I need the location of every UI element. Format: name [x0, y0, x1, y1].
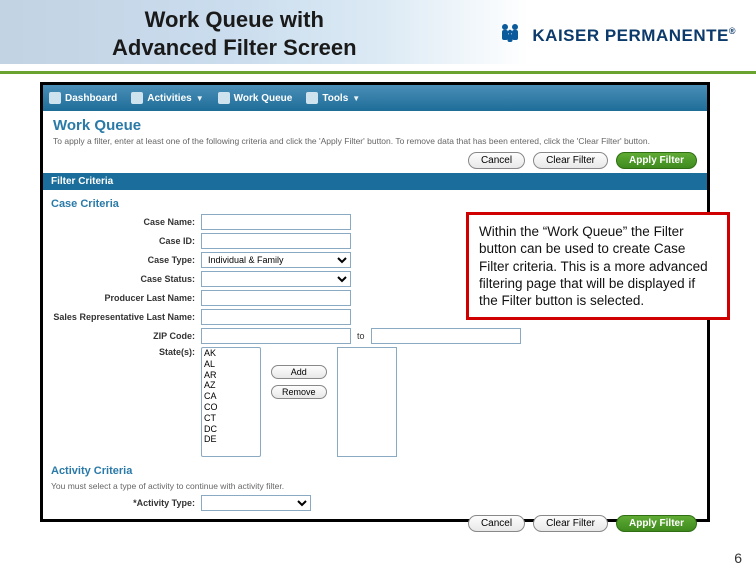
nav-dashboard[interactable]: Dashboard	[49, 92, 117, 104]
nav-activities[interactable]: Activities ▼	[131, 92, 203, 104]
cancel-button[interactable]: Cancel	[468, 515, 525, 532]
case-criteria-header: Case Criteria	[51, 198, 707, 210]
brand-logo: KAISER PERMANENTE	[498, 22, 736, 49]
nav-activities-label: Activities	[147, 93, 191, 104]
brand-name: KAISER PERMANENTE	[532, 26, 736, 46]
filter-criteria-header: Filter Criteria	[43, 173, 707, 190]
zip-label: ZIP Code:	[51, 331, 201, 341]
producer-last-input[interactable]	[201, 290, 351, 306]
clear-filter-button[interactable]: Clear Filter	[533, 515, 608, 532]
activity-criteria-note: You must select a type of activity to co…	[51, 481, 707, 491]
zip-from-input[interactable]	[201, 328, 351, 344]
states-available-list[interactable]: AKALARAZCACOCTDCDE	[201, 347, 261, 457]
chevron-down-icon: ▼	[352, 94, 360, 103]
states-label: State(s):	[51, 347, 201, 357]
activity-type-select[interactable]	[201, 495, 311, 511]
nav-tools-label: Tools	[322, 93, 348, 104]
case-id-label: Case ID:	[51, 236, 201, 246]
producer-last-label: Producer Last Name:	[51, 293, 201, 303]
page-title: Work Queue	[53, 117, 697, 134]
apply-filter-button[interactable]: Apply Filter	[616, 515, 697, 532]
slide-header: Work Queue with Advanced Filter Screen K…	[0, 0, 756, 74]
cancel-button[interactable]: Cancel	[468, 152, 525, 169]
slide-title: Work Queue with Advanced Filter Screen	[112, 6, 357, 61]
tools-icon	[306, 92, 318, 104]
nav-work-queue-label: Work Queue	[234, 93, 293, 104]
bottom-button-row: Cancel Clear Filter Apply Filter	[43, 515, 697, 532]
app-navbar: Dashboard Activities ▼ Work Queue Tools ▼	[43, 85, 707, 111]
case-name-input[interactable]	[201, 214, 351, 230]
slide-title-line1: Work Queue with	[145, 7, 324, 32]
work-queue-icon	[218, 92, 230, 104]
page-number: 6	[734, 550, 742, 566]
zip-to-input[interactable]	[371, 328, 521, 344]
slide-title-line2: Advanced Filter Screen	[112, 35, 357, 60]
sales-rep-last-input[interactable]	[201, 309, 351, 325]
states-selected-list[interactable]	[337, 347, 397, 457]
sales-rep-last-label: Sales Representative Last Name:	[51, 312, 201, 322]
clear-filter-button[interactable]: Clear Filter	[533, 152, 608, 169]
chevron-down-icon: ▼	[196, 94, 204, 103]
page-description: To apply a filter, enter at least one of…	[53, 136, 697, 146]
add-state-button[interactable]: Add	[271, 365, 327, 379]
activity-criteria-header: Activity Criteria	[51, 465, 707, 477]
callout-box: Within the “Work Queue” the Filter butto…	[466, 212, 730, 320]
case-id-input[interactable]	[201, 233, 351, 249]
case-type-label: Case Type:	[51, 255, 201, 265]
case-type-select[interactable]: Individual & Family	[201, 252, 351, 268]
header-underline	[0, 71, 756, 74]
dashboard-icon	[49, 92, 61, 104]
apply-filter-button[interactable]: Apply Filter	[616, 152, 697, 169]
nav-tools[interactable]: Tools ▼	[306, 92, 360, 104]
nav-work-queue[interactable]: Work Queue	[218, 92, 293, 104]
activities-icon	[131, 92, 143, 104]
brand-people-icon	[498, 22, 524, 49]
top-button-row: Cancel Clear Filter Apply Filter	[43, 152, 697, 169]
zip-to-label: to	[357, 331, 365, 341]
remove-state-button[interactable]: Remove	[271, 385, 327, 399]
nav-dashboard-label: Dashboard	[65, 93, 117, 104]
activity-type-label: *Activity Type:	[51, 498, 201, 508]
case-status-label: Case Status:	[51, 274, 201, 284]
case-name-label: Case Name:	[51, 217, 201, 227]
case-status-select[interactable]	[201, 271, 351, 287]
